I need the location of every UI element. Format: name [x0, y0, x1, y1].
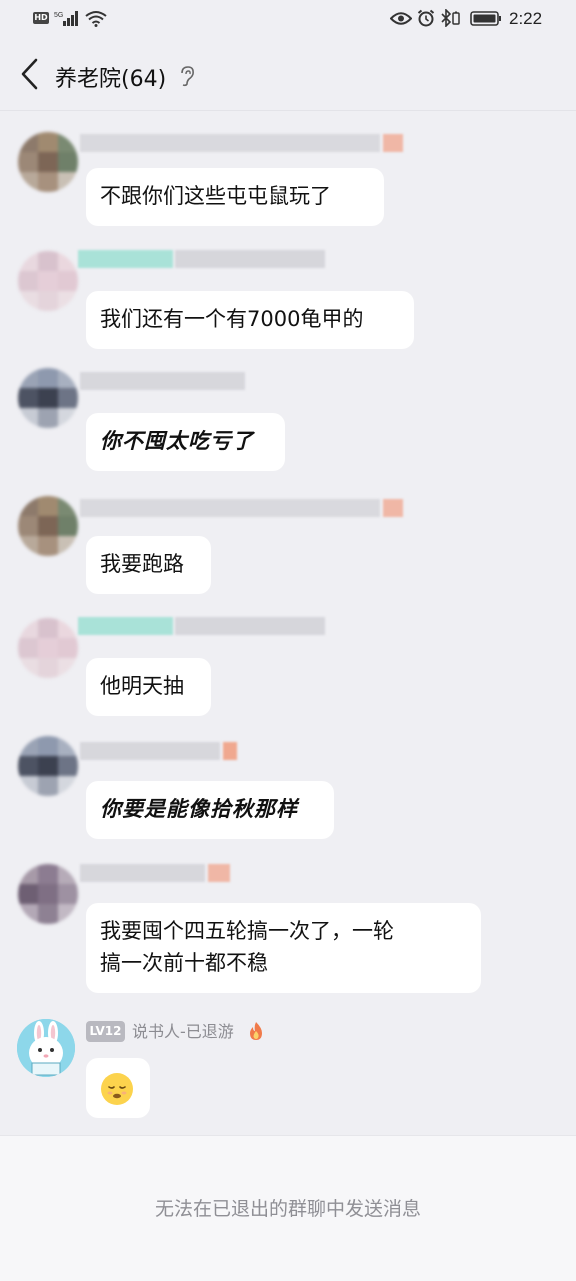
message-bubble[interactable]: 我要跑路	[86, 536, 211, 594]
message-bubble[interactable]: 我要囤个四五轮搞一次了，一轮 搞一次前十都不稳	[86, 903, 481, 993]
avatar[interactable]	[18, 132, 78, 192]
sender-name	[80, 134, 405, 152]
ear-icon[interactable]	[178, 65, 196, 87]
avatar[interactable]	[18, 251, 78, 311]
wifi-icon	[85, 11, 107, 27]
bluetooth-icon	[441, 9, 460, 27]
svg-text:5G: 5G	[54, 12, 63, 19]
sleepy-face-emoji-icon	[101, 1073, 133, 1105]
sender-name	[78, 250, 328, 268]
cannot-send-notice: 无法在已退出的群聊中发送消息	[154, 1198, 421, 1220]
group-title[interactable]: 养老院(64)	[55, 61, 166, 93]
avatar[interactable]	[18, 736, 78, 796]
status-bar: HD 5G 2:22	[0, 0, 576, 40]
message-bubble[interactable]: 我们还有一个有7000龟甲的	[86, 291, 414, 349]
signal-icon: 5G	[54, 11, 78, 26]
level-badge: LV12	[86, 1021, 125, 1042]
sender-name	[80, 864, 235, 882]
avatar[interactable]	[18, 864, 78, 924]
hd-icon: HD	[33, 12, 49, 24]
message-bubble[interactable]: 不跟你们这些屯屯鼠玩了	[86, 168, 384, 226]
input-disabled-bar: 无法在已退出的群聊中发送消息	[0, 1135, 576, 1281]
sender-name	[80, 499, 405, 517]
message-bubble[interactable]: 你要是能像拾秋那样	[86, 781, 334, 839]
clock: 2:22	[509, 9, 543, 28]
avatar[interactable]	[18, 618, 78, 678]
rabbit-avatar-icon	[17, 1019, 75, 1077]
message-bubble[interactable]: 他明天抽	[86, 658, 211, 716]
flame-icon	[250, 1022, 262, 1040]
back-icon[interactable]	[17, 57, 41, 91]
avatar[interactable]	[17, 1019, 75, 1077]
message-bubble[interactable]	[86, 1058, 150, 1118]
sender-name	[80, 742, 250, 760]
sender-name: 说书人-已退游	[132, 1022, 234, 1041]
sender-name	[78, 617, 328, 635]
message-bubble[interactable]: 你不囤太吃亏了	[86, 413, 285, 471]
avatar[interactable]	[18, 496, 78, 556]
chat-header: 养老院(64)	[0, 40, 576, 111]
avatar[interactable]	[18, 368, 78, 428]
sender-name	[80, 372, 250, 390]
alarm-icon	[417, 9, 435, 27]
eye-icon	[390, 12, 412, 25]
battery-icon	[470, 11, 501, 26]
